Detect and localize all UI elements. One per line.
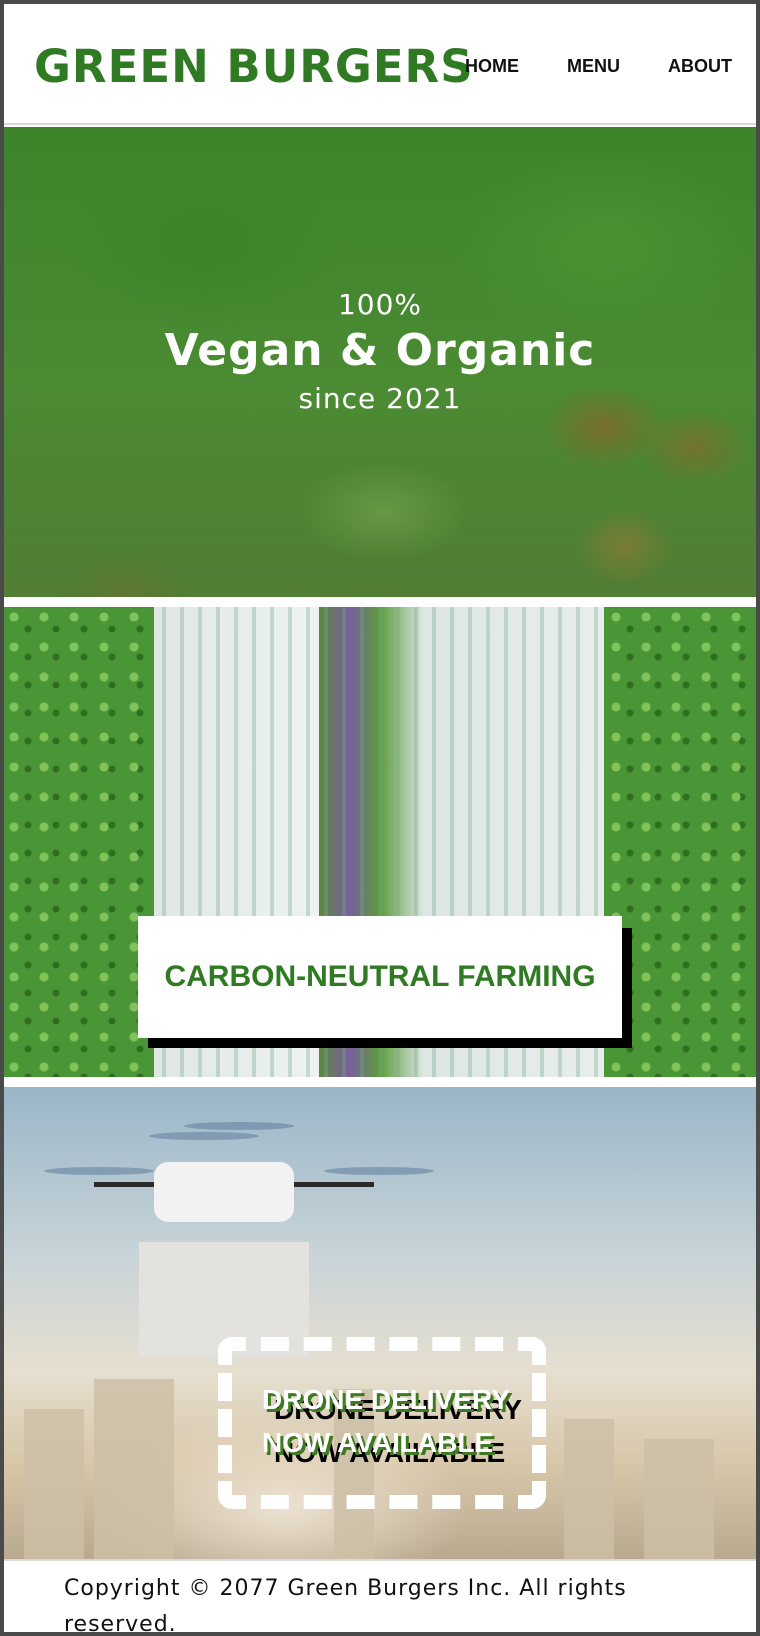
drone-headline-line1: DRONE DELIVERY bbox=[262, 1384, 510, 1415]
drone-rotor bbox=[149, 1132, 259, 1140]
hero-text: 100% Vegan & Organic since 2021 bbox=[4, 287, 756, 419]
copyright-text: Copyright © 2077 Green Burgers Inc. All … bbox=[64, 1576, 627, 1632]
nav-about[interactable]: ABOUT bbox=[668, 56, 732, 77]
farming-card: CARBON-NEUTRAL FARMING bbox=[138, 916, 622, 1038]
city-building bbox=[24, 1409, 84, 1559]
page-frame: GREEN BURGERS HOME MENU ABOUT 100% Vegan… bbox=[4, 4, 756, 1632]
city-building bbox=[644, 1439, 714, 1559]
hero-since: since 2021 bbox=[298, 382, 462, 415]
drone-body bbox=[154, 1162, 294, 1222]
drone-rotor bbox=[324, 1167, 434, 1175]
leaf-wall-left-image bbox=[4, 607, 154, 1077]
hero-banner: 100% Vegan & Organic since 2021 bbox=[4, 127, 756, 597]
city-building bbox=[564, 1419, 614, 1559]
drone-rotor bbox=[184, 1122, 294, 1130]
nav-home[interactable]: HOME bbox=[465, 56, 519, 77]
main-nav: HOME MENU ABOUT bbox=[441, 56, 756, 77]
site-footer: Copyright © 2077 Green Burgers Inc. All … bbox=[4, 1559, 756, 1632]
drone-rotor bbox=[44, 1167, 154, 1175]
city-building bbox=[94, 1379, 174, 1559]
farming-card-label: CARBON-NEUTRAL FARMING bbox=[164, 960, 596, 993]
hero-percent: 100% bbox=[337, 288, 423, 321]
hero-headline: Vegan & Organic bbox=[164, 325, 596, 376]
site-header: GREEN BURGERS HOME MENU ABOUT bbox=[4, 4, 756, 125]
drone-promo-frame bbox=[218, 1337, 546, 1509]
site-logo[interactable]: GREEN BURGERS bbox=[34, 40, 474, 93]
nav-menu[interactable]: MENU bbox=[567, 56, 620, 77]
drone-headline-line2: NOW AVAILABLE bbox=[262, 1427, 494, 1458]
